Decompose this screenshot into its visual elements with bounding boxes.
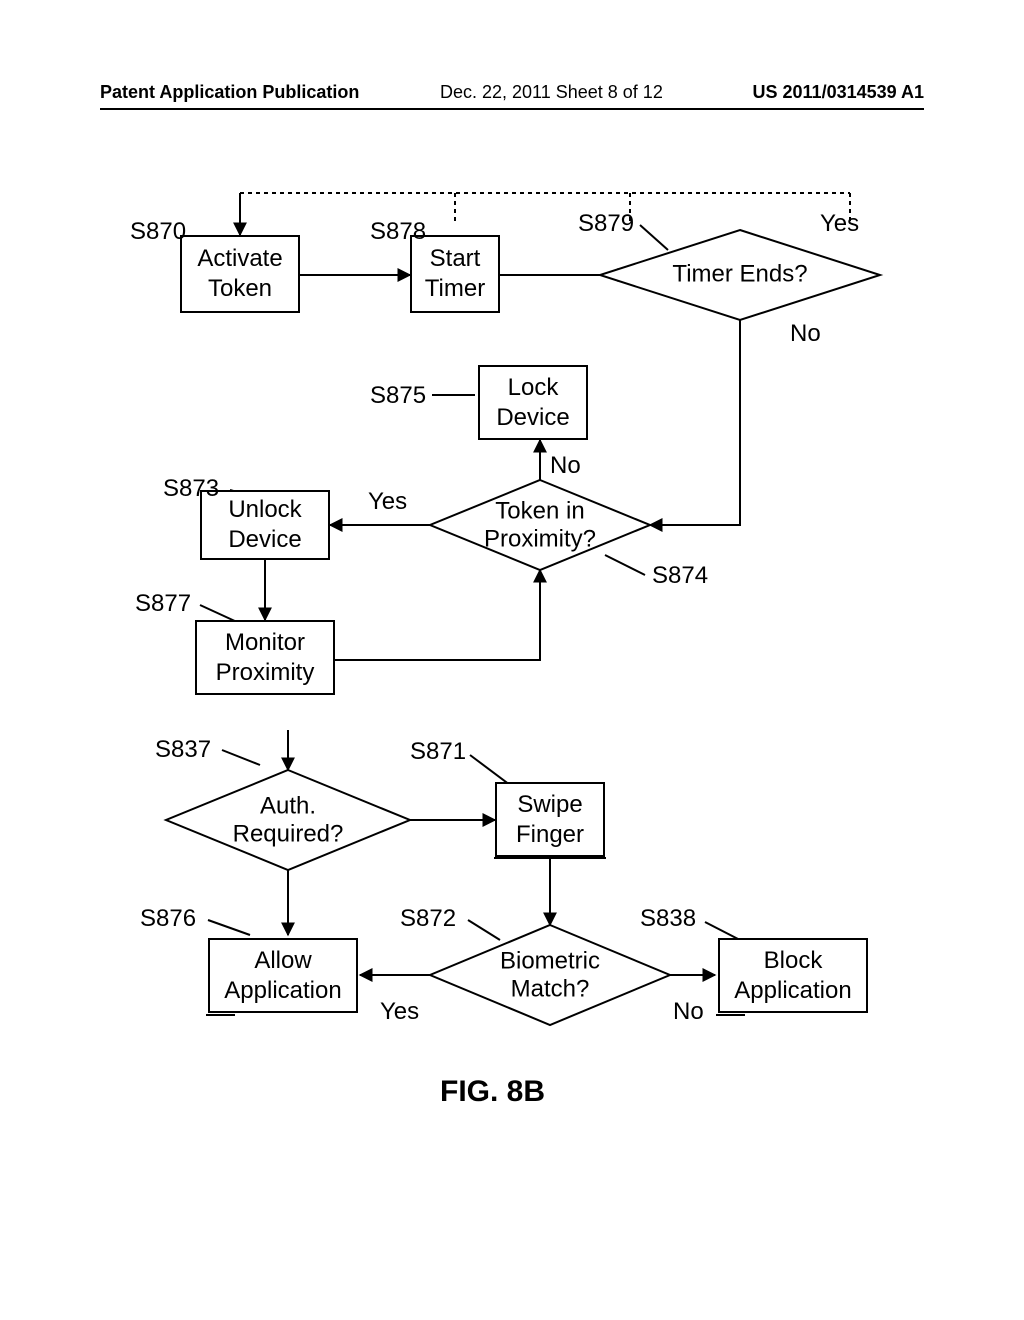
svg-text:Token in: Token in xyxy=(495,497,584,524)
lbl-no-879: No xyxy=(790,320,821,348)
lbl-no-874: No xyxy=(550,452,581,480)
box-start-timer: Start Timer xyxy=(410,235,500,313)
box-lock-device: Lock Device xyxy=(478,365,588,440)
lbl-s875: S875 xyxy=(370,382,426,410)
box-activate-token: Activate Token xyxy=(180,235,300,313)
lbl-s874: S874 xyxy=(652,562,708,590)
box-unlock-device: Unlock Device xyxy=(200,490,330,560)
lbl-s879: S879 xyxy=(578,210,634,238)
lbl-yes-872: Yes xyxy=(380,998,419,1026)
box-monitor-proximity: Monitor Proximity xyxy=(195,620,335,695)
svg-text:Auth.: Auth. xyxy=(260,792,316,819)
svg-text:Timer Ends?: Timer Ends? xyxy=(672,260,807,287)
figure-caption: FIG. 8B xyxy=(440,1075,545,1109)
box-swipe-finger: Swipe Finger xyxy=(495,782,605,857)
lbl-s877: S877 xyxy=(135,590,191,618)
lbl-yes-874: Yes xyxy=(368,488,407,516)
lbl-s876: S876 xyxy=(140,905,196,933)
lbl-no-872: No xyxy=(673,998,704,1026)
svg-text:Biometric: Biometric xyxy=(500,947,600,974)
lbl-s837: S837 xyxy=(155,736,211,764)
svg-text:Required?: Required? xyxy=(233,820,344,847)
hdr-right: US 2011/0314539 A1 xyxy=(753,82,924,103)
svg-text:Match?: Match? xyxy=(511,975,590,1002)
lbl-s871: S871 xyxy=(410,738,466,766)
hdr-rule xyxy=(100,108,924,110)
box-allow-application: Allow Application xyxy=(208,938,358,1013)
lbl-s873: S873 xyxy=(163,475,219,503)
svg-text:Proximity?: Proximity? xyxy=(484,525,596,552)
lbl-s870: S870 xyxy=(130,218,186,246)
flowchart: Timer Ends? Token in Proximity? Auth. xyxy=(100,190,924,1190)
lbl-s878: S878 xyxy=(370,218,426,246)
hdr-left: Patent Application Publication xyxy=(100,82,359,103)
lbl-s838: S838 xyxy=(640,905,696,933)
lbl-yes-879: Yes xyxy=(820,210,859,238)
hdr-center: Dec. 22, 2011 Sheet 8 of 12 xyxy=(440,82,663,103)
lbl-s872: S872 xyxy=(400,905,456,933)
box-block-application: Block Application xyxy=(718,938,868,1013)
